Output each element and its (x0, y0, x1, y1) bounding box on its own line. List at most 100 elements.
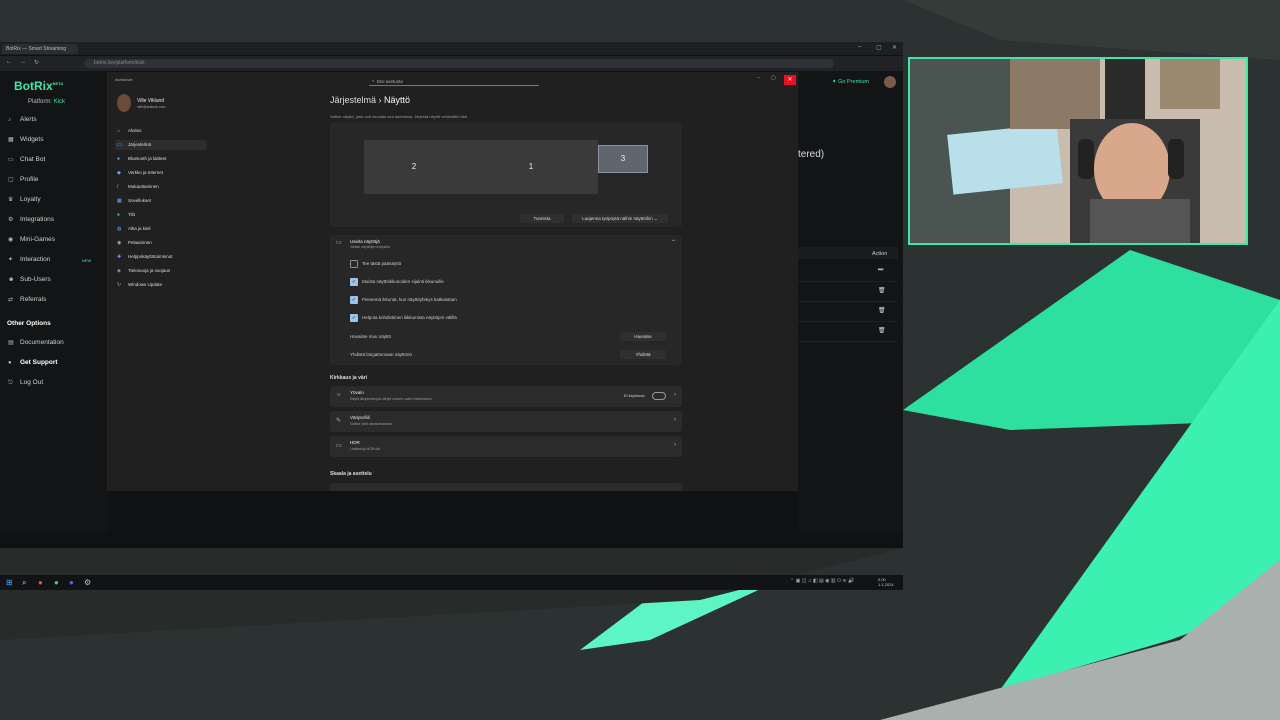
nav-get-support[interactable]: ● Get Support (8, 357, 58, 369)
address-bar: ← → ↻ botrix.live/platform/kick (0, 56, 903, 71)
settings-nav-accounts[interactable]: ● Tilit (115, 210, 207, 220)
checkbox[interactable]: ✓ (350, 296, 358, 304)
browser-tab[interactable]: BotRix — Smart Streaming (2, 44, 78, 54)
trash-icon[interactable]: 🗑 (878, 307, 886, 314)
breadcrumb-parent[interactable]: Järjestelmä (330, 95, 376, 105)
checkbox-remember-windows[interactable]: ✓ Muista näyttöikkunoiden sijainti ikkuno… (350, 278, 444, 286)
botrix-logo[interactable]: BotRixBETA (14, 79, 63, 93)
whatsapp-icon[interactable]: ● (54, 578, 59, 587)
nav-sub-users[interactable]: ☻ Sub-Users (8, 274, 51, 286)
nav-label: Interaction (20, 256, 51, 263)
system-tray[interactable]: ⌃ ▣ ◫ ♫ ◧ ▤ ◉ ▥ ⏻ ≋ 🔊 (790, 578, 854, 584)
card-subtitle: Valitse värit väriasetuksista (350, 422, 392, 426)
minimize-icon[interactable]: – (757, 75, 760, 81)
forward-icon[interactable]: → (20, 59, 26, 65)
nav-label: Järjestelmä (128, 142, 152, 147)
accessibility-icon: ✚ (117, 254, 122, 260)
widgets-icon: ▦ (8, 137, 14, 143)
nav-alerts[interactable]: ♪ Alerts (8, 114, 37, 126)
nav-profile[interactable]: ▢ Profile (8, 174, 38, 186)
settings-nav-gaming[interactable]: ◉ Pelaaminen (115, 238, 207, 248)
user-email: ville@outlook.com (137, 105, 166, 109)
checkbox[interactable] (350, 260, 358, 268)
nav-log-out[interactable]: ⎋ Log Out (8, 377, 43, 389)
go-premium-button[interactable]: ✦ Go Premium (832, 79, 869, 85)
group-title: Useita näyttöjä (350, 239, 380, 244)
monitor-1[interactable]: 1 (464, 140, 598, 194)
night-light-toggle[interactable] (652, 392, 666, 400)
trash-icon[interactable]: 🗑 (878, 287, 886, 294)
connect-button[interactable]: Yhdistä (620, 350, 666, 359)
checkbox-label: Muista näyttöikkunoiden sijainti ikkunoi… (362, 279, 444, 285)
settings-nav-accessibility[interactable]: ✚ Helppokäyttötoiminnot (115, 252, 207, 262)
url-input[interactable]: botrix.live/platform/kick (84, 59, 834, 68)
reload-icon[interactable]: ↻ (34, 59, 39, 66)
logout-icon: ⎋ (8, 380, 13, 386)
chevron-up-icon[interactable]: ⌃ (671, 239, 676, 246)
settings-nav-personalization[interactable]: / Mukauttaminen (115, 182, 207, 192)
nav-interaction[interactable]: ✦ Interaction (8, 254, 50, 266)
nav-widgets[interactable]: ▦ Widgets (8, 134, 43, 146)
checkbox-label: Tee tästä päänäyttö (362, 261, 402, 267)
maximize-icon[interactable]: ▢ (771, 75, 776, 81)
search-icon[interactable]: ⌕ (22, 578, 26, 588)
checkbox-main-display[interactable]: Tee tästä päänäyttö (350, 260, 401, 268)
monitor-3[interactable]: 3 (598, 145, 648, 173)
settings-nav-bluetooth[interactable]: ● Bluetooth ja laitteet (115, 154, 207, 164)
nav-label: Pelaaminen (128, 240, 152, 245)
back-icon[interactable]: ← (6, 59, 12, 65)
webcam-image (910, 59, 1246, 243)
nav-label: Alerts (20, 116, 37, 123)
discord-icon[interactable]: ● (69, 578, 74, 587)
monitor-2[interactable]: 2 (364, 140, 464, 194)
settings-nav-system[interactable]: ▭ Järjestelmä (115, 140, 207, 150)
hdr-card[interactable]: ▭ HDR Lisätietoja HDR:stä › (330, 436, 682, 457)
nav-mini-games[interactable]: ◉ Mini-Games (8, 234, 55, 246)
platform-indicator[interactable]: Platform: Kick (28, 99, 65, 105)
nav-label: Aloitus (128, 128, 142, 133)
night-light-card[interactable]: ☼ Yövalo Käytä lämpimämpiä värejä sinise… (330, 386, 682, 407)
display-icon: ▭ (336, 240, 342, 246)
settings-nav-time-language[interactable]: ◍ Aika ja kieli (115, 224, 207, 234)
nav-label: Mukauttaminen (128, 184, 159, 189)
settings-nav-windows-update[interactable]: ↻ Windows Update (115, 280, 207, 290)
minimize-icon[interactable]: – (858, 44, 861, 50)
support-icon: ● (8, 360, 12, 366)
identify-button[interactable]: Tunnista (520, 214, 564, 223)
avatar[interactable] (884, 76, 896, 88)
nav-documentation[interactable]: ▤ Documentation (8, 337, 64, 349)
detect-button[interactable]: Havaitse (620, 332, 666, 341)
bell-icon: ♪ (8, 117, 11, 123)
skip-icon[interactable]: ⏭ (878, 267, 883, 274)
settings-nav-apps[interactable]: ▦ Sovellukset (115, 196, 207, 206)
docs-icon: ▤ (8, 340, 14, 346)
checkbox[interactable]: ✓ (350, 278, 358, 286)
nav-referrals[interactable]: ⇄ Referrals (8, 294, 46, 306)
nav-loyalty[interactable]: ♛ Loyalty (8, 194, 41, 206)
go-premium-label: Go Premium (838, 79, 870, 85)
close-button[interactable]: ✕ (784, 75, 796, 85)
pen-icon: ✎ (336, 418, 342, 424)
clock[interactable]: 0.00 1.1.2024 (878, 577, 894, 587)
settings-icon[interactable]: ⚙ (84, 578, 91, 587)
extend-display-dropdown[interactable]: Laajenna työpöytä näihin näyttöihin ⌄ (572, 214, 668, 223)
color-profile-card[interactable]: ✎ Väriprofiili Valitse värit väriasetuks… (330, 411, 682, 432)
scale-card[interactable] (330, 483, 682, 491)
settings-nav-privacy[interactable]: ◈ Tietosuoja ja suojaus (115, 266, 207, 276)
checkbox-minimize-windows[interactable]: ✓ Pienennä ikkunat, kun näyttöyhteys katk… (350, 296, 457, 304)
settings-nav-network[interactable]: ◆ Verkko ja Internet (115, 168, 207, 178)
nav-chat-bot[interactable]: ▭ Chat Bot (8, 154, 45, 166)
user-avatar[interactable] (117, 94, 131, 112)
nav-integrations[interactable]: ⚙ Integrations (8, 214, 54, 226)
checkbox[interactable]: ✓ (350, 314, 358, 322)
checkbox-cursor-ease[interactable]: ✓ Helpota kohdistimen liikkumista näyttöj… (350, 314, 457, 322)
platform-label: Platform: (28, 99, 53, 105)
maximize-icon[interactable]: ▢ (876, 44, 882, 51)
trash-icon[interactable]: 🗑 (878, 327, 886, 334)
start-icon[interactable]: ⊞ (6, 578, 13, 587)
browser-icon[interactable]: ● (38, 578, 43, 587)
settings-nav-home[interactable]: ⌂ Aloitus (115, 126, 207, 136)
card-subtitle: Käytä lämpimämpiä värejä sinisen valon e… (350, 397, 432, 401)
settings-search-input[interactable]: Etsi asetusta (369, 77, 539, 86)
close-icon[interactable]: ✕ (892, 44, 897, 51)
